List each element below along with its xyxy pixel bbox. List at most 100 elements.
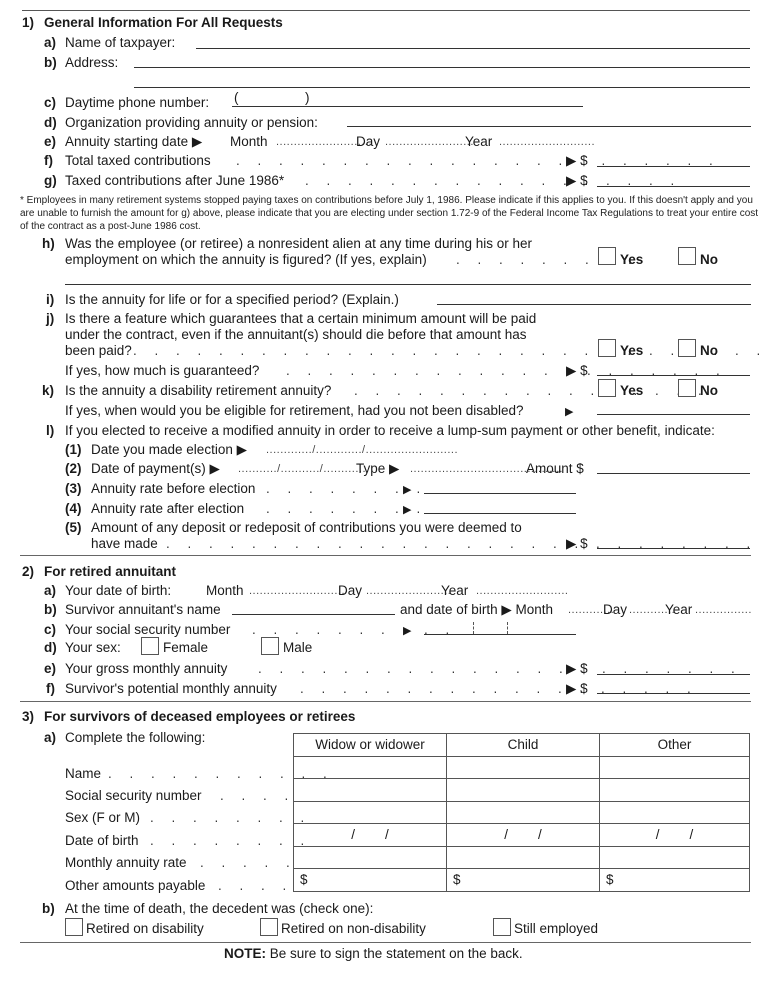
section-2-number: 2) — [22, 564, 35, 579]
still-employed-checkbox[interactable] — [493, 918, 511, 936]
retired-disability-checkbox[interactable] — [65, 918, 83, 936]
deposit-question-line1: Amount of any deposit or redeposit of co… — [91, 520, 522, 535]
table-cell[interactable] — [446, 845, 600, 869]
guarantee-no-checkbox[interactable] — [678, 339, 696, 357]
column-header: Widow or widower — [293, 733, 447, 757]
survivor-dob-label: and date of birth ▶ Month — [400, 602, 553, 617]
birth-year-field[interactable]: .......................... — [476, 585, 568, 597]
arrow-icon: ▶ — [403, 504, 412, 516]
column-header: Other — [599, 733, 750, 757]
survivor-name-label: Survivor annuitant's name — [65, 602, 221, 617]
start-day-field[interactable]: ......................... — [385, 136, 474, 148]
complete-following-label: Complete the following: — [65, 730, 206, 745]
item-l-label: l) — [46, 423, 55, 438]
disability-no-label: No — [700, 383, 718, 398]
disability-question: Is the annuity a disability retirement a… — [65, 383, 332, 398]
table-row — [293, 845, 750, 869]
birth-month-field[interactable]: ........................... — [249, 585, 345, 597]
address-field-line-1[interactable] — [134, 67, 750, 68]
deposit-question-line2: have made — [91, 536, 158, 551]
disability-yes-checkbox[interactable] — [598, 379, 616, 397]
leader-dots: . . . . — [218, 878, 294, 893]
taxpayer-name-field[interactable] — [196, 48, 750, 49]
birth-day-field[interactable]: ........................ — [366, 585, 451, 597]
election-date-field[interactable]: ............./............./............… — [266, 444, 458, 456]
nonresident-no-checkbox[interactable] — [678, 247, 696, 265]
guarantee-currency: ▶ $ — [566, 363, 588, 378]
table-cell[interactable]: / / — [446, 823, 600, 847]
total-taxed-contributions-field[interactable] — [597, 166, 750, 167]
survivor-name-field[interactable] — [232, 614, 395, 615]
sex-male-checkbox[interactable] — [261, 637, 279, 655]
payment-amount-field[interactable] — [597, 473, 750, 474]
table-cell[interactable]: $ — [293, 868, 447, 892]
guarantee-yes-label: Yes — [620, 343, 644, 358]
table-cell[interactable] — [599, 778, 750, 802]
section-3-number: 3) — [22, 709, 35, 724]
guarantee-amount-field[interactable] — [597, 375, 750, 376]
disability-no-checkbox[interactable] — [678, 379, 696, 397]
table-cell[interactable] — [599, 755, 750, 779]
survivor-dob-year-label: Year — [665, 602, 693, 617]
organization-field[interactable] — [347, 126, 751, 127]
table-cell[interactable] — [293, 755, 447, 779]
table-cell[interactable] — [446, 800, 600, 824]
row-label-dob: Date of birth — [65, 833, 139, 848]
nonresident-question-line2: employment on which the annuity is figur… — [65, 252, 427, 267]
annuity-period-field[interactable] — [437, 304, 751, 305]
row-label-sex: Sex (F or M) — [65, 810, 141, 825]
guarantee-question-line3: been paid? — [65, 343, 132, 358]
l3-number: (3) — [65, 481, 82, 496]
modified-annuity-question: If you elected to receive a modified ann… — [65, 423, 715, 438]
arrow-icon: ▶ — [565, 406, 574, 418]
section-2-title: For retired annuitant — [44, 564, 177, 579]
item-f-label: f) — [44, 153, 53, 168]
nonresident-explain-field[interactable] — [65, 284, 751, 285]
table-cell[interactable] — [293, 800, 447, 824]
table-cell[interactable] — [599, 800, 750, 824]
leader-dots: . . . . . . . . . . . . . . . . . — [354, 383, 709, 398]
table-cell[interactable] — [293, 778, 447, 802]
column-header: Child — [446, 733, 600, 757]
table-cell[interactable]: / / — [599, 823, 750, 847]
start-year-field[interactable]: ........................... — [499, 136, 595, 148]
guarantee-yes-checkbox[interactable] — [598, 339, 616, 357]
deposit-amount-field[interactable] — [597, 548, 750, 549]
gross-annuity-field[interactable] — [597, 674, 750, 675]
rate-before-field[interactable] — [424, 493, 576, 494]
sex-female-checkbox[interactable] — [141, 637, 159, 655]
table-cell[interactable] — [293, 845, 447, 869]
ssn-field[interactable] — [424, 634, 576, 635]
address-field-line-2[interactable] — [134, 87, 750, 88]
organization-label: Organization providing annuity or pensio… — [65, 115, 318, 130]
rate-after-label: Annuity rate after election — [91, 501, 245, 516]
nonresident-yes-checkbox[interactable] — [598, 247, 616, 265]
survivor-annuity-field[interactable] — [597, 693, 750, 694]
guarantee-no-label: No — [700, 343, 718, 358]
note-body: Be sure to sign the statement on the bac… — [266, 946, 523, 961]
phone-paren-close: ) — [305, 90, 310, 105]
s2-item-e-label: e) — [44, 661, 57, 676]
table-cell[interactable] — [599, 845, 750, 869]
survivor-dob-year-field[interactable]: ................ — [695, 604, 752, 616]
table-cell[interactable] — [446, 755, 600, 779]
taxpayer-name-label: Name of taxpayer: — [65, 35, 176, 50]
phone-field[interactable] — [232, 106, 583, 107]
rate-before-label: Annuity rate before election — [91, 481, 256, 496]
table-cell[interactable]: $ — [446, 868, 600, 892]
l5-number: (5) — [65, 520, 82, 535]
gross-annuity-currency: ▶ $ — [566, 661, 588, 676]
eligibility-field[interactable] — [597, 414, 750, 415]
retired-non-disability-checkbox[interactable] — [260, 918, 278, 936]
table-cell[interactable]: / / — [293, 823, 447, 847]
table-cell[interactable] — [446, 778, 600, 802]
table-cell[interactable]: $ — [599, 868, 750, 892]
item-h-label: h) — [42, 236, 55, 251]
nonresident-no-label: No — [700, 252, 718, 267]
guarantee-question-line2: under the contract, even if the annuitan… — [65, 327, 527, 342]
table-row: $ $ $ — [293, 868, 750, 892]
disability-yes-label: Yes — [620, 383, 644, 398]
payment-date-field[interactable]: .........../.........../............. — [238, 463, 370, 475]
taxed-after-1986-field[interactable] — [597, 186, 750, 187]
rate-after-field[interactable] — [424, 513, 576, 514]
